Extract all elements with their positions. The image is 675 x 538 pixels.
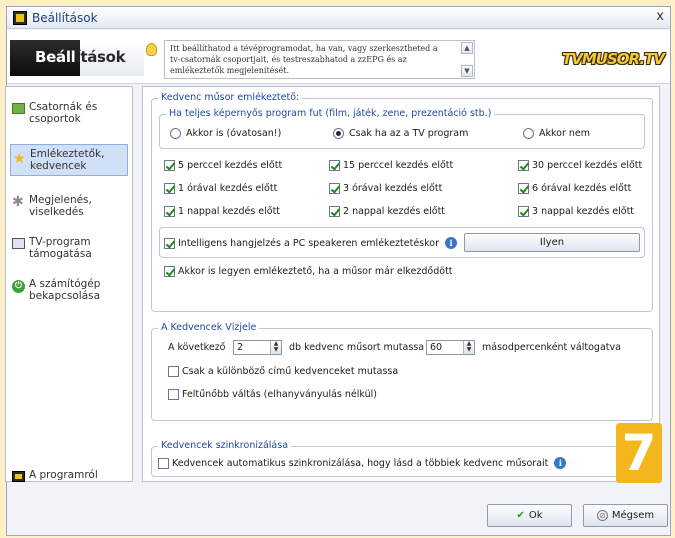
cancel-button[interactable]: ⊘ Mégsem bbox=[583, 504, 668, 527]
info-icon[interactable]: i bbox=[554, 457, 567, 469]
settings-panel: Kedvenc műsor emlékeztető: Ha teljes kép… bbox=[142, 86, 660, 482]
checkbox-speaker[interactable]: Intelligens hangjelzés a PC speakeren em… bbox=[164, 237, 457, 249]
sidebar-item-power[interactable]: ⏻ A számítógép bekapcsolása bbox=[12, 278, 130, 306]
logo-part1: Beáll bbox=[35, 48, 76, 66]
sync-legend: Kedvencek szinkronizálása bbox=[158, 440, 292, 452]
sidebar-item-label: TV-program támogatása bbox=[29, 236, 92, 260]
step-number-badge: 7 bbox=[616, 423, 662, 483]
header: Beállítások Itt beállíthatod a tévéprogr… bbox=[7, 30, 670, 84]
checkbox-15min[interactable]: 15 perccel kezdés előtt bbox=[329, 160, 453, 171]
fullscreen-group: Ha teljes képernyős program fut (film, j… bbox=[159, 108, 645, 149]
channels-icon bbox=[12, 103, 25, 114]
power-icon: ⏻ bbox=[12, 280, 25, 293]
checkbox-30min[interactable]: 30 perccel kezdés előtt bbox=[518, 160, 642, 171]
count-prefix: A következő bbox=[168, 342, 226, 353]
title-bar: Beállítások x bbox=[7, 7, 670, 29]
brand-logo: TVMUSOR.TV bbox=[562, 50, 665, 68]
checkbox-5min[interactable]: 5 perccel kezdés előtt bbox=[164, 160, 282, 171]
sidebar-item-label: Csatornák és csoportok bbox=[29, 101, 98, 125]
logo-part2: ítások bbox=[75, 48, 126, 66]
cancel-icon: ⊘ bbox=[596, 510, 608, 521]
sound-test-button[interactable]: Ilyen bbox=[464, 233, 640, 252]
tv-icon bbox=[12, 238, 25, 249]
checkbox-1hour[interactable]: 1 órával kezdés előtt bbox=[164, 183, 277, 194]
sidebar-item-label: Megjelenés, viselkedés bbox=[29, 194, 92, 218]
radio-always[interactable]: Akkor is (óvatosan!) bbox=[170, 128, 281, 139]
sidebar-item-label: A programról bbox=[29, 469, 98, 481]
radio-never[interactable]: Akkor nem bbox=[523, 128, 590, 139]
speaker-group: Intelligens hangjelzés a PC speakeren em… bbox=[159, 227, 645, 258]
sidebar: Csatornák és csoportok ★ Emlékeztetők, k… bbox=[5, 86, 133, 482]
star-icon: ★ bbox=[13, 151, 26, 167]
checkbox-2day[interactable]: 2 nappal kezdés előtt bbox=[329, 206, 445, 217]
help-text-box: Itt beállíthatod a tévéprogramodat, ha v… bbox=[164, 40, 475, 79]
close-button[interactable]: x bbox=[656, 9, 664, 24]
count-middle: db kedvenc műsort mutassa bbox=[289, 342, 425, 353]
checkbox-late-reminder[interactable]: Akkor is legyen emlékeztető, ha a műsor … bbox=[164, 266, 453, 277]
checkbox-1day[interactable]: 1 nappal kezdés előtt bbox=[164, 206, 280, 217]
sidebar-item-tv-program[interactable]: TV-program támogatása bbox=[12, 236, 130, 264]
stepper-arrows-icon[interactable]: ▲ ▼ bbox=[463, 341, 474, 354]
app-icon bbox=[12, 471, 25, 482]
window-title: Beállítások bbox=[32, 11, 98, 25]
scroll-up-icon[interactable]: ▲ bbox=[461, 42, 473, 54]
stepper-arrows-icon[interactable]: ▲ ▼ bbox=[270, 341, 281, 354]
favorites-legend: A Kedvencek Vízjele bbox=[158, 322, 260, 334]
checkbox-6hour[interactable]: 6 órával kezdés előtt bbox=[518, 183, 631, 194]
sync-group: Kedvencek szinkronizálása Kedvencek auto… bbox=[151, 440, 653, 477]
reminder-legend: Kedvenc műsor emlékeztető: bbox=[158, 92, 303, 104]
favorites-watermark-group: A Kedvencek Vízjele A következő 2 ▲ ▼ db k… bbox=[151, 322, 653, 421]
checkbox-flashy-switch[interactable]: Feltűnőbb váltás (elhanyványulás nélkül) bbox=[168, 389, 377, 400]
lightbulb-icon bbox=[146, 43, 157, 56]
help-scrollbar[interactable]: ▲ ▼ bbox=[461, 42, 473, 77]
sidebar-item-about[interactable]: A programról bbox=[12, 469, 130, 483]
scroll-down-icon[interactable]: ▼ bbox=[461, 65, 473, 77]
info-icon[interactable]: i bbox=[445, 237, 457, 249]
gear-icon: ✱ bbox=[12, 194, 24, 210]
count-suffix: másodpercenként váltogatva bbox=[482, 342, 621, 353]
checkbox-sync[interactable]: Kedvencek automatikus szinkronizálása, h… bbox=[158, 457, 567, 469]
app-icon bbox=[13, 11, 27, 25]
reminder-group: Kedvenc műsor emlékeztető: Ha teljes kép… bbox=[151, 92, 653, 312]
page-logo: Beállítások bbox=[10, 40, 144, 76]
sidebar-item-channels[interactable]: Csatornák és csoportok bbox=[12, 101, 130, 129]
checkbox-3day[interactable]: 3 nappal kezdés előtt bbox=[518, 206, 634, 217]
ok-button[interactable]: ✔ Ok bbox=[487, 504, 572, 527]
checkbox-distinct[interactable]: Csak a különböző című kedvenceket mutass… bbox=[168, 366, 398, 377]
sidebar-item-label: Emlékeztetők, kedvencek bbox=[30, 148, 105, 172]
sidebar-item-reminders[interactable]: ★ Emlékeztetők, kedvencek bbox=[10, 144, 128, 176]
checkbox-3hour[interactable]: 3 órával kezdés előtt bbox=[329, 183, 442, 194]
sidebar-item-label: A számítógép bekapcsolása bbox=[29, 278, 101, 302]
fullscreen-legend: Ha teljes képernyős program fut (film, j… bbox=[166, 108, 495, 120]
radio-only-tv[interactable]: Csak ha az a TV program bbox=[333, 128, 468, 139]
help-text: Itt beállíthatod a tévéprogramodat, ha v… bbox=[170, 44, 438, 75]
count-stepper[interactable]: 2 ▲ ▼ bbox=[233, 340, 282, 355]
sidebar-item-appearance[interactable]: ✱ Megjelenés, viselkedés bbox=[12, 194, 130, 222]
seconds-stepper[interactable]: 60 ▲ ▼ bbox=[426, 340, 475, 355]
checkmark-icon: ✔ bbox=[516, 510, 525, 521]
